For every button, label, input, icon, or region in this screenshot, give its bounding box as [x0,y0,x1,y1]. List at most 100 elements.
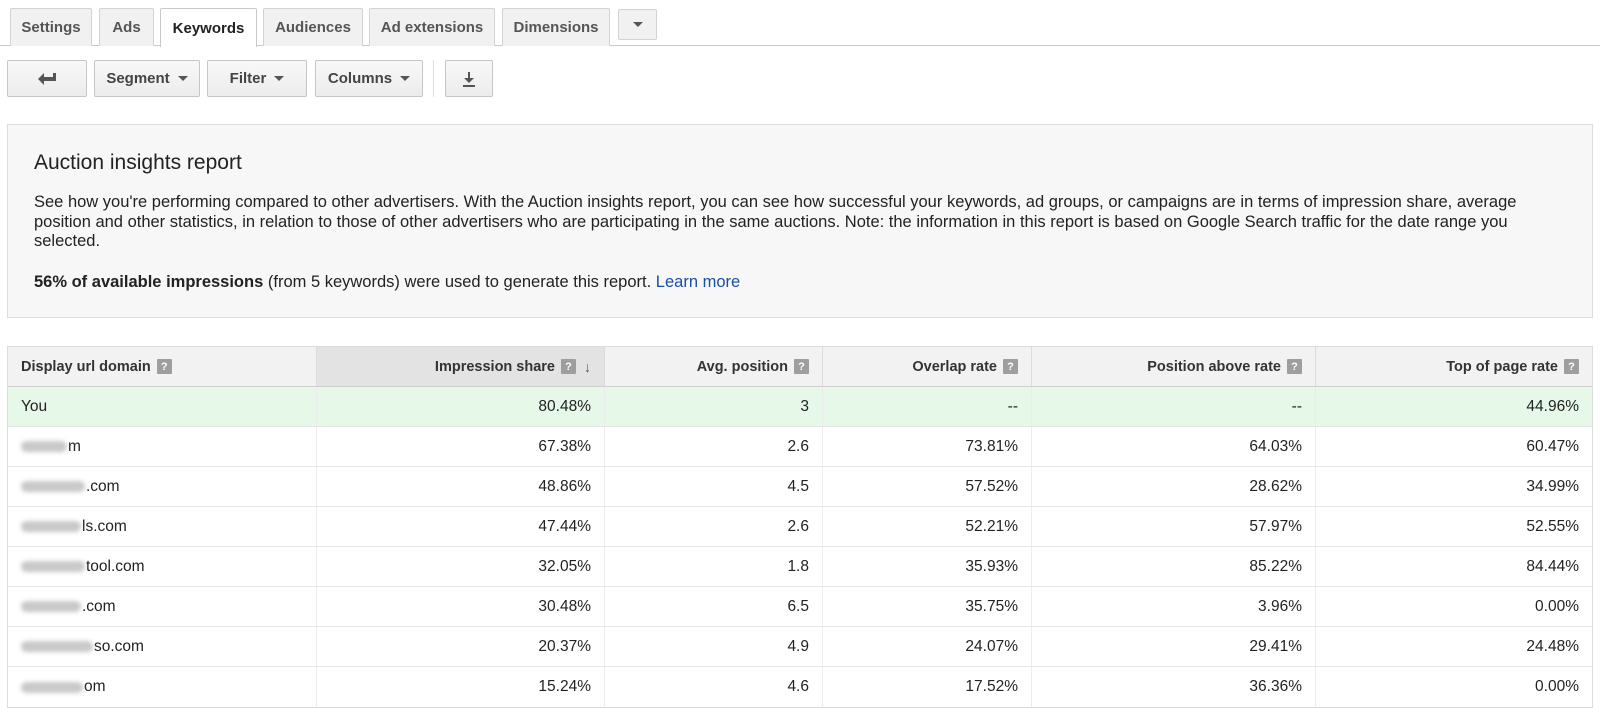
sort-descending-icon: ↓ [584,358,591,375]
table-header: Display url domain ? Impression share ? … [8,347,1592,387]
top-of-page-rate-cell: 60.47% [1526,437,1579,455]
help-icon[interactable]: ? [794,359,809,374]
position-above-rate-cell: 85.22% [1032,547,1316,586]
position-above-rate-cell: 57.97% [1032,507,1316,546]
position-above-rate-cell: 36.36% [1032,667,1316,707]
column-header-avg-position[interactable]: Avg. position ? [605,347,823,386]
domain-cell: tool.com [8,547,317,586]
tab-bar: Settings Ads Keywords Audiences Ad exten… [0,0,1600,47]
overlap-rate-cell: 73.81% [823,427,1032,466]
help-icon[interactable]: ? [156,359,172,374]
segment-label: Segment [106,70,170,87]
column-header-overlap-rate[interactable]: Overlap rate ? [823,347,1032,386]
redacted-text [21,441,67,452]
chevron-down-icon [274,76,285,81]
report-note-bold: 56% of available impressions [34,273,264,291]
top-of-page-rate-cell: 84.44% [1526,557,1579,575]
avg-position-cell: 1.8 [605,547,823,586]
impression-share-cell: 48.86% [317,467,605,506]
table-row-you: You 80.48% 3 -- -- 44.96% [8,387,1592,427]
overlap-rate-cell: 35.75% [823,587,1032,626]
download-button[interactable] [445,60,493,97]
domain-cell: .com [8,467,317,506]
column-header-position-above-rate[interactable]: Position above rate ? [1032,347,1316,386]
overlap-rate-cell: -- [823,387,1032,426]
avg-position-cell: 3 [605,387,823,426]
help-icon[interactable]: ? [1564,359,1579,374]
table-row: ls.com 47.44% 2.6 52.21% 57.97% 52.55% [8,507,1592,547]
overlap-rate-cell: 35.93% [823,547,1032,586]
top-of-page-rate-cell: 0.00% [1535,678,1579,695]
position-above-rate-cell: 64.03% [1032,427,1316,466]
filter-label: Filter [229,70,267,87]
tab-dimensions[interactable]: Dimensions [502,8,610,46]
chevron-down-icon [632,22,643,27]
help-icon[interactable]: ? [1003,359,1018,374]
auction-insights-table: Display url domain ? Impression share ? … [7,346,1593,708]
avg-position-cell: 6.5 [605,587,823,626]
domain-cell: .com [8,587,317,626]
table-row: so.com 20.37% 4.9 24.07% 29.41% 24.48% [8,627,1592,667]
tab-ads[interactable]: Ads [99,8,154,46]
table-row: m 67.38% 2.6 73.81% 64.03% 60.47% [8,427,1592,467]
impression-share-cell: 47.44% [317,507,605,546]
avg-position-cell: 2.6 [605,427,823,466]
overlap-rate-cell: 52.21% [823,507,1032,546]
tab-ad-extensions[interactable]: Ad extensions [369,8,495,46]
top-of-page-rate-cell: 44.96% [1526,397,1579,415]
domain-cell: ls.com [8,507,317,546]
table-row: tool.com 32.05% 1.8 35.93% 85.22% 84.44% [8,547,1592,587]
columns-label: Columns [327,70,393,87]
help-icon[interactable]: ? [561,359,576,374]
column-header-label: Overlap rate [912,358,997,375]
position-above-rate-cell: 28.62% [1032,467,1316,506]
table-row: .com 48.86% 4.5 57.52% 28.62% 34.99% [8,467,1592,507]
position-above-rate-cell: -- [1032,387,1316,426]
domain-cell: om [8,667,317,707]
table-row: om 15.24% 4.6 17.52% 36.36% 0.00% [8,667,1592,707]
tab-keywords[interactable]: Keywords [160,8,257,47]
column-header-impression-share[interactable]: Impression share ? ↓ [317,347,605,386]
help-icon[interactable]: ? [1287,359,1302,374]
download-icon [463,71,475,87]
report-note: 56% of available impressions (from 5 key… [34,273,740,292]
column-header-label: Avg. position [696,358,788,375]
impression-share-cell: 80.48% [317,387,605,426]
segment-button[interactable]: Segment [94,60,200,97]
domain-suffix: om [84,678,106,695]
impression-share-cell: 20.37% [317,627,605,666]
redacted-text [21,521,81,532]
top-of-page-rate-cell: 24.48% [1526,637,1579,655]
overlap-rate-cell: 17.52% [823,667,1032,707]
chevron-down-icon [400,76,411,81]
report-note-text: (from 5 keywords) were used to generate … [263,273,656,291]
avg-position-cell: 4.6 [605,667,823,707]
impression-share-cell: 15.24% [317,667,605,707]
redacted-text [21,561,85,572]
redacted-text [21,681,83,693]
avg-position-cell: 2.6 [605,507,823,546]
filter-button[interactable]: Filter [207,60,307,97]
columns-button[interactable]: Columns [315,60,423,97]
avg-position-cell: 4.5 [605,467,823,506]
table-row: .com 30.48% 6.5 35.75% 3.96% 0.00% [8,587,1592,627]
column-header-label: Position above rate [1147,358,1281,375]
impression-share-cell: 32.05% [317,547,605,586]
tab-settings[interactable]: Settings [10,8,92,46]
column-header-domain[interactable]: Display url domain ? [8,347,317,386]
auction-insights-panel: Auction insights report See how you're p… [7,124,1593,318]
overlap-rate-cell: 57.52% [823,467,1032,506]
more-tabs-button[interactable] [618,9,657,40]
tab-audiences[interactable]: Audiences [263,8,363,46]
overlap-rate-cell: 24.07% [823,627,1032,666]
back-arrow-icon [38,72,56,85]
redacted-text [21,641,93,652]
domain-suffix: so.com [94,637,144,655]
column-header-label: Display url domain [21,358,151,375]
learn-more-link[interactable]: Learn more [656,273,740,291]
back-button[interactable] [7,60,87,97]
position-above-rate-cell: 3.96% [1032,587,1316,626]
report-title: Auction insights report [34,151,242,174]
chevron-down-icon [177,76,188,81]
column-header-top-of-page-rate[interactable]: Top of page rate ? [1316,347,1592,386]
